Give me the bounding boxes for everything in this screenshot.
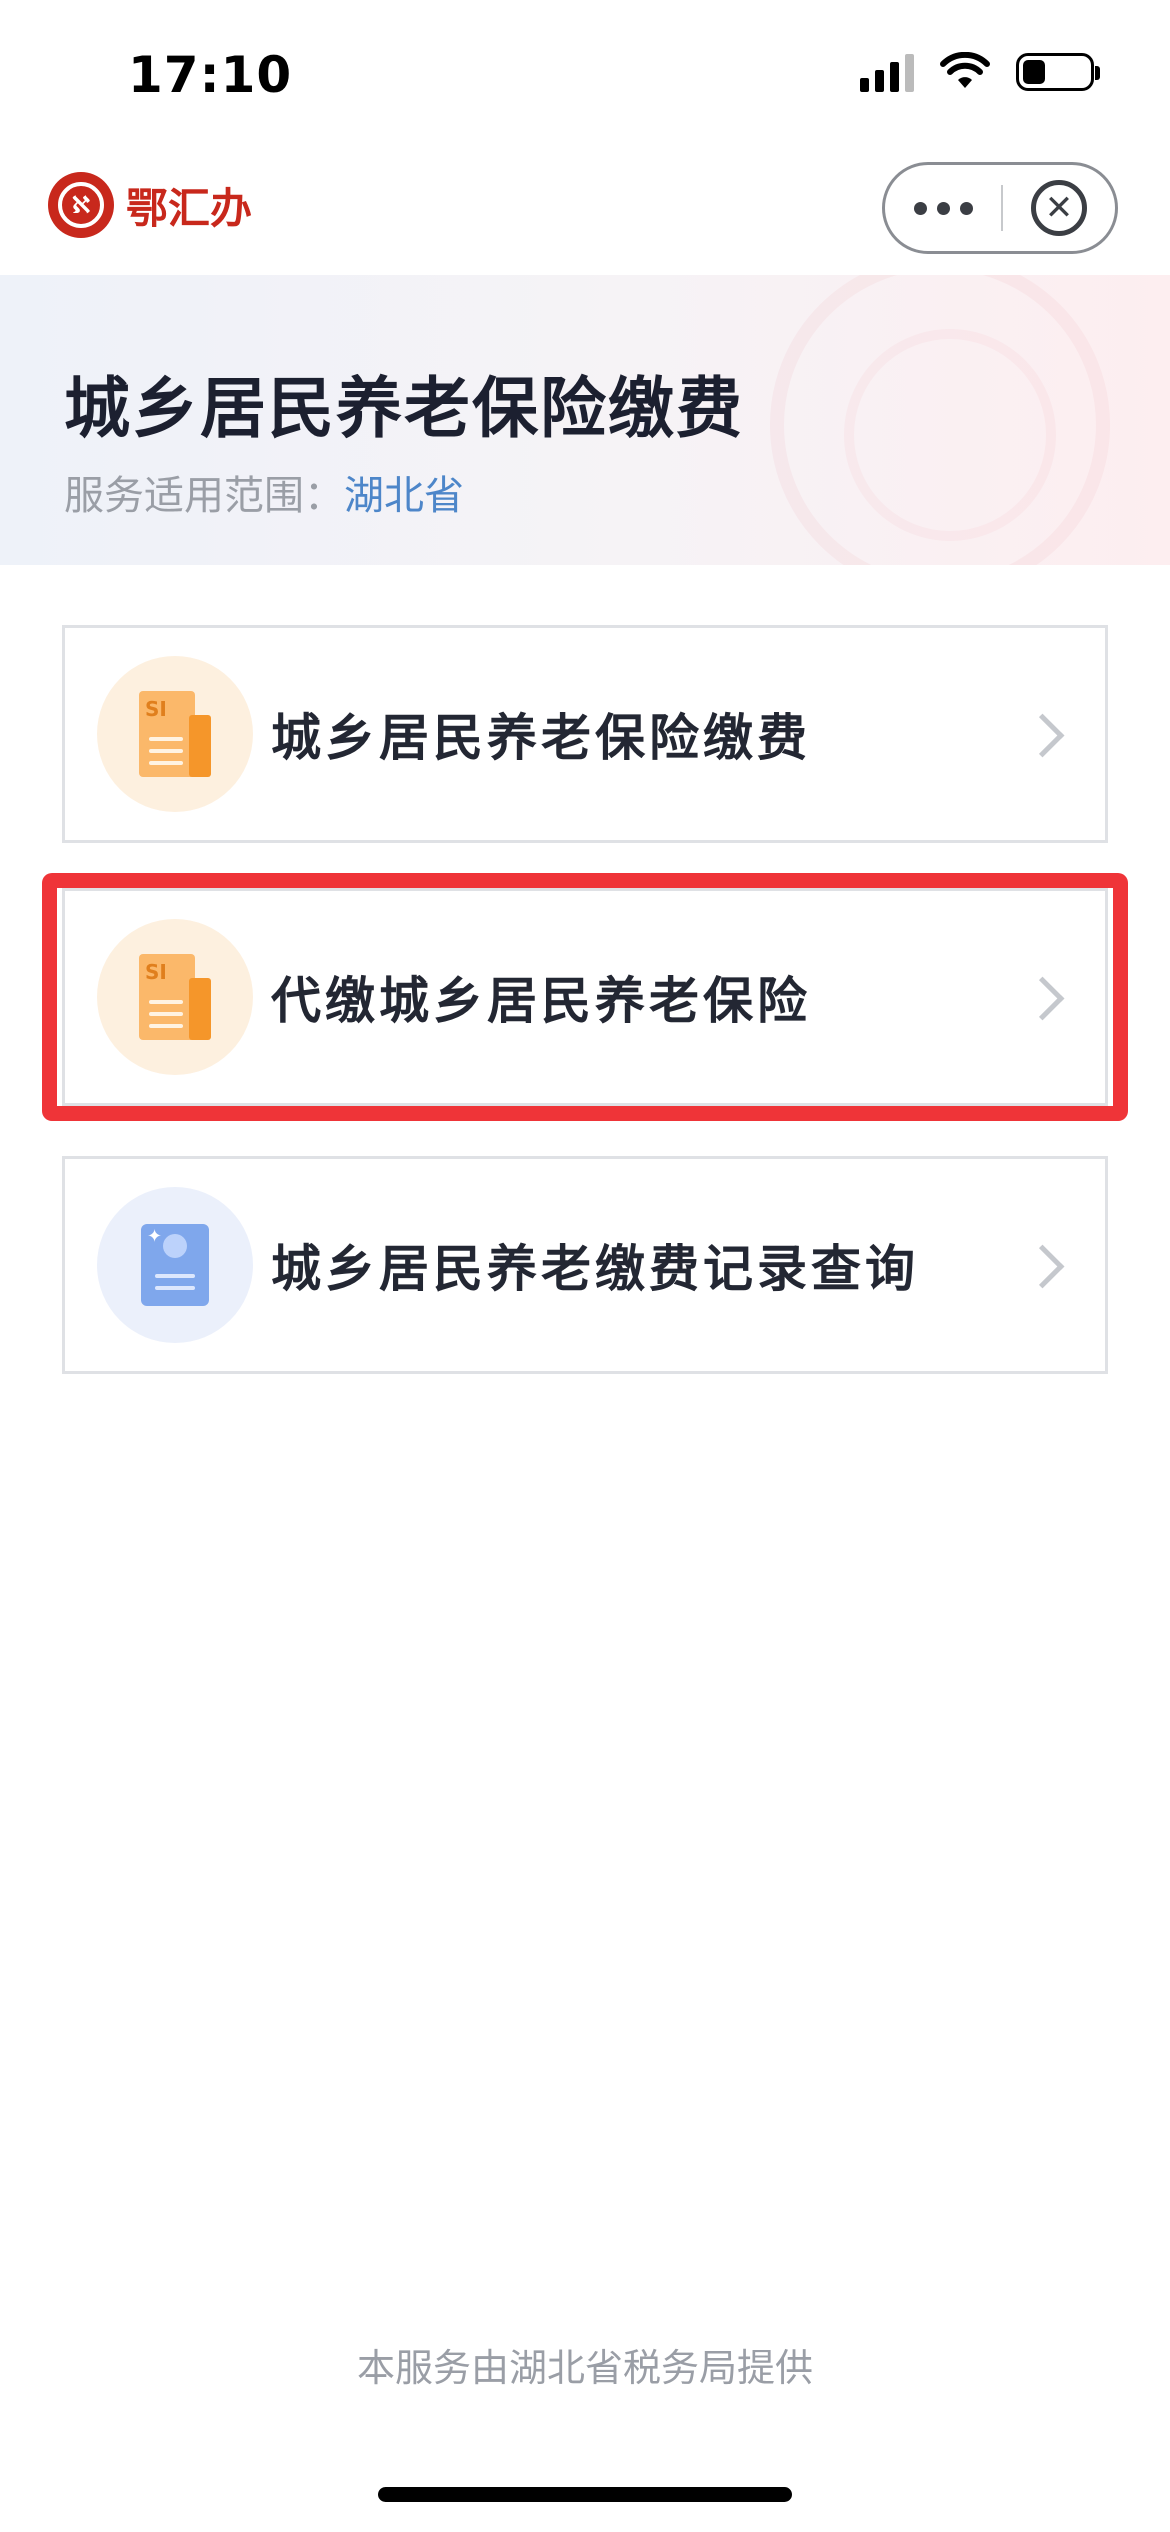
scope-label: 服务适用范围： [64,473,344,519]
page-title: 城乡居民养老保险缴费 [64,370,744,447]
service-icon-wrap: ✦ [97,1187,253,1343]
logo-text: 鄂汇办 [126,183,253,233]
service-item-label: 城乡居民养老保险缴费 [271,709,811,767]
status-time: 17:10 [128,46,293,104]
service-icon-wrap: SI [97,919,253,1075]
status-bar: 17:10 [0,0,1170,150]
battery-icon [1016,53,1100,91]
wifi-icon [940,52,990,88]
chevron-right-icon [1023,1245,1063,1285]
service-icon-wrap: SI [97,656,253,812]
close-button[interactable]: ✕ [1003,180,1115,236]
record-book-icon: ✦ [141,1224,209,1306]
chevron-right-icon [1023,977,1063,1017]
service-item-label: 代缴城乡居民养老保险 [271,972,811,1030]
scope-value: 湖北省 [344,473,464,519]
watermark-seal [770,275,1110,565]
battery-level [1023,60,1045,84]
home-indicator[interactable] [378,2487,792,2502]
app-logo: ℵ 鄂汇办 [48,172,252,238]
footer-provider-note: 本服务由湖北省税务局提供 [356,2346,813,2390]
service-scope: 服务适用范围：湖北省 [64,463,464,521]
service-item-proxy-payment[interactable]: SI 代缴城乡居民养老保险 [62,888,1108,1106]
service-item-label: 城乡居民养老缴费记录查询 [271,1240,919,1298]
more-dots-icon[interactable] [885,165,1001,251]
social-insurance-doc-icon: SI [139,691,211,777]
service-item-pension-payment[interactable]: SI 城乡居民养老保险缴费 [62,625,1108,843]
cellular-signal-icon [860,52,914,92]
logo-emblem-icon: ℵ [48,172,114,238]
service-item-payment-records[interactable]: ✦ 城乡居民养老缴费记录查询 [62,1156,1108,1374]
status-icons [860,52,1100,92]
nav-bar: ℵ 鄂汇办 ✕ [0,150,1170,275]
header-banner: 城乡居民养老保险缴费 服务适用范围：湖北省 [0,275,1170,565]
mini-program-capsule: ✕ [882,162,1118,254]
chevron-right-icon [1023,714,1063,754]
social-insurance-doc-icon: SI [139,954,211,1040]
close-circle-icon: ✕ [1031,180,1087,236]
